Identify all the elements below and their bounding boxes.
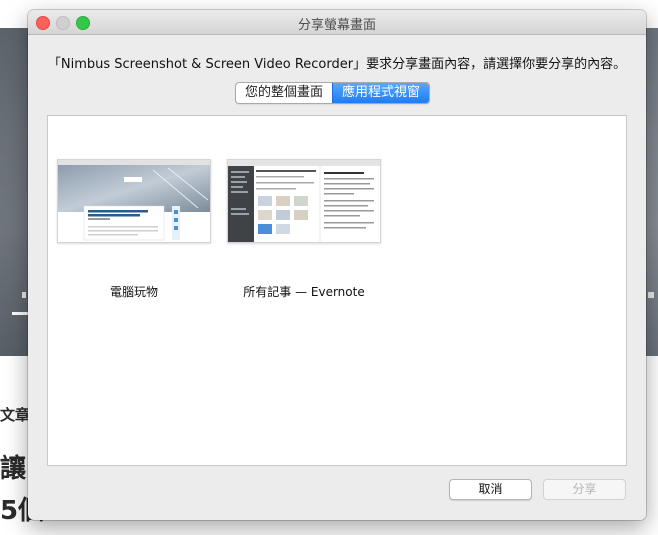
background-left-strip (0, 28, 30, 356)
tab-application-window[interactable]: 應用程式視窗 (332, 83, 430, 103)
window-thumbnail-evernote[interactable] (227, 159, 381, 243)
background-dot-mark-right (648, 292, 654, 298)
cancel-button[interactable]: 取消 (449, 479, 532, 500)
window-label: 電腦玩物 (109, 285, 158, 299)
background-headline-fragment: 讓 (0, 454, 27, 484)
background-dash-mark (12, 312, 28, 315)
share-prompt-text: 「Nimbus Screenshot & Screen Video Record… (47, 57, 627, 72)
evernote-preview-image (228, 160, 380, 242)
background-article-label: 文章 (0, 406, 31, 424)
titlebar: 分享螢幕畫面 (28, 10, 646, 35)
share-button[interactable]: 分享 (543, 479, 626, 500)
tab-entire-screen[interactable]: 您的整個畫面 (236, 83, 332, 103)
window-picker-panel: 電腦玩物 所有記事 — Evernote (47, 115, 627, 466)
window-label: 所有記事 — Evernote (243, 285, 365, 299)
source-type-segmented-control: 您的整個畫面 應用程式視窗 (235, 82, 431, 104)
window-thumbnail-website[interactable] (57, 159, 211, 243)
background-dot-mark (22, 292, 26, 298)
website-preview-image (58, 160, 210, 242)
share-screen-dialog: 分享螢幕畫面 「Nimbus Screenshot & Screen Video… (28, 10, 646, 520)
dialog-title: 分享螢幕畫面 (297, 18, 376, 33)
